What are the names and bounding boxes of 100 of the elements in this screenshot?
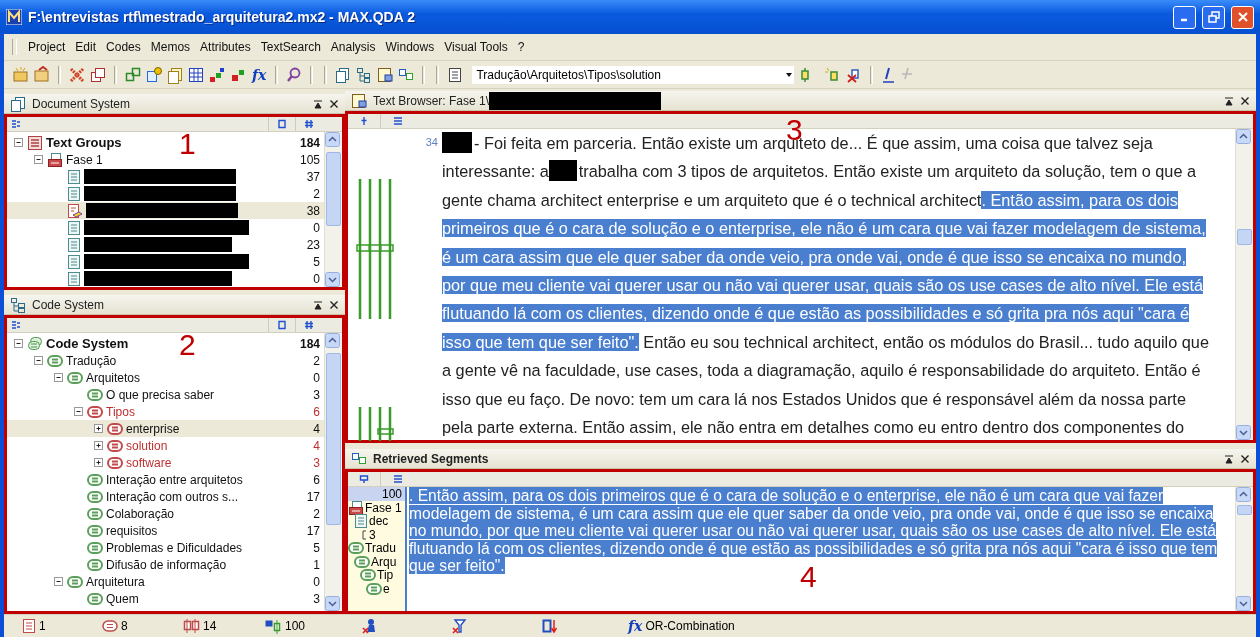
- window-title: F:\entrevistas rtf\mestrado_arquitetura2.mx2 - MAX.QDA 2: [28, 9, 416, 25]
- close-icon[interactable]: [1240, 95, 1250, 106]
- document-icon: [22, 618, 36, 634]
- scrollbar[interactable]: [1235, 487, 1253, 611]
- code-icon: [102, 620, 118, 632]
- close-icon[interactable]: [329, 299, 339, 310]
- count: 17: [305, 523, 320, 538]
- linked-squares-icon[interactable]: [124, 65, 142, 84]
- collapse-toggle[interactable]: [53, 372, 64, 383]
- tree-label: O que precisa saber: [106, 387, 215, 402]
- scrollbar[interactable]: [324, 333, 342, 611]
- open-folder-icon[interactable]: [33, 65, 51, 84]
- italic-underline-icon[interactable]: [880, 65, 897, 84]
- count-column-icon[interactable]: [304, 119, 314, 129]
- tree-label: Arquitetura: [86, 574, 145, 589]
- count: 5: [312, 254, 320, 269]
- tree-label: Fase 1: [66, 152, 103, 167]
- function-button[interactable]: fx: [250, 66, 269, 83]
- minimize-button[interactable]: [1173, 5, 1196, 29]
- filter-icon[interactable]: [452, 618, 468, 634]
- paragraph-icon[interactable]: [393, 116, 403, 126]
- expand-toggle[interactable]: [93, 457, 104, 468]
- count: 2: [312, 186, 320, 201]
- tree-label: enterprise: [126, 421, 180, 436]
- scroll-thumb[interactable]: [326, 353, 341, 525]
- count: 3: [312, 387, 320, 402]
- scatter-icon[interactable]: [68, 65, 86, 84]
- collapse-toggle[interactable]: [53, 576, 64, 587]
- source-label: e: [383, 581, 390, 596]
- collapse-toggle[interactable]: [13, 137, 24, 148]
- collapse-toggle[interactable]: [73, 406, 84, 417]
- menu-item[interactable]: TextSearch: [255, 40, 326, 54]
- menu-item[interactable]: Edit: [70, 40, 102, 54]
- pin-icon[interactable]: [313, 98, 323, 109]
- document-set-icon: [47, 151, 63, 168]
- source-label: dec: [369, 514, 389, 529]
- restore-button[interactable]: [1202, 5, 1225, 29]
- expand-toggle[interactable]: [93, 440, 104, 451]
- pin-icon[interactable]: [313, 299, 323, 310]
- pages-icon[interactable]: [166, 65, 184, 84]
- count: 38: [305, 203, 320, 218]
- count: 2: [312, 506, 320, 521]
- count: 5: [312, 540, 320, 555]
- source-label: Tradu: [365, 541, 396, 556]
- tree-toggle-icon[interactable]: [11, 119, 21, 129]
- text-browser-icon[interactable]: [376, 65, 395, 84]
- menu-item[interactable]: Memos: [145, 40, 196, 54]
- menu-item[interactable]: Project: [23, 40, 71, 54]
- tree-label: Interação com outros s...: [106, 489, 239, 504]
- collapse-toggle[interactable]: [33, 355, 44, 366]
- expand-toggle[interactable]: [93, 423, 104, 434]
- close-icon[interactable]: [329, 98, 339, 109]
- menu-item[interactable]: Codes: [101, 40, 146, 54]
- tree-label: Interação entre arquitetos: [106, 472, 243, 487]
- memo-column-icon[interactable]: [277, 320, 287, 330]
- paragraph-icon[interactable]: [393, 474, 403, 484]
- source-icon[interactable]: [359, 474, 369, 484]
- scroll-thumb[interactable]: [1237, 229, 1252, 245]
- scroll-thumb[interactable]: [326, 152, 341, 226]
- document-icon: [67, 168, 81, 185]
- sort-icon[interactable]: [542, 618, 558, 634]
- tree-label: Tradução: [66, 353, 117, 368]
- code-tree-icon: [10, 296, 26, 313]
- scrollbar[interactable]: [324, 132, 342, 287]
- tree-toggle-icon[interactable]: [11, 320, 21, 330]
- panel-title: Retrieved Segments: [373, 451, 489, 466]
- pin-icon[interactable]: [1224, 453, 1234, 464]
- memo-column-icon[interactable]: [277, 119, 287, 129]
- document-icon: [354, 513, 368, 530]
- collapse-toggle[interactable]: [33, 154, 44, 165]
- copy-icon[interactable]: [89, 65, 107, 84]
- coding-stripe-icon[interactable]: [359, 116, 369, 126]
- blocks-icon[interactable]: [208, 65, 226, 84]
- scrollbar[interactable]: [1235, 129, 1253, 440]
- count: 184: [298, 135, 320, 150]
- count: 105: [298, 152, 320, 167]
- bracket-icon: [360, 528, 368, 541]
- collapse-toggle[interactable]: [13, 338, 24, 349]
- pin-icon[interactable]: [1224, 95, 1234, 106]
- menu-item[interactable]: Visual Tools: [439, 40, 513, 54]
- tree-label: Colaboração: [106, 506, 175, 521]
- close-icon: [1237, 12, 1248, 22]
- table-icon[interactable]: [187, 65, 205, 84]
- tree-label: Tipos: [106, 404, 135, 419]
- count: 0: [312, 574, 320, 589]
- close-icon[interactable]: [1240, 453, 1250, 464]
- close-button[interactable]: [1231, 5, 1254, 29]
- menu-item[interactable]: Windows: [380, 40, 440, 54]
- count: 0: [312, 271, 320, 286]
- menu-item[interactable]: Analysis: [325, 40, 381, 54]
- tree-label: Arquitetos: [86, 370, 141, 385]
- count-column-icon[interactable]: [304, 320, 314, 330]
- tree-label: requisitos: [106, 523, 158, 538]
- code-dropdown[interactable]: Tradução\Arquitetos\Tipos\solution: [471, 64, 796, 85]
- panel-title: Document System: [32, 96, 131, 111]
- restore-icon: [1207, 11, 1220, 23]
- scroll-thumb[interactable]: [1237, 505, 1252, 515]
- menu-item[interactable]: Attributes: [195, 40, 256, 54]
- paragraph-number: 34: [424, 135, 438, 150]
- menu-item[interactable]: ?: [512, 40, 530, 54]
